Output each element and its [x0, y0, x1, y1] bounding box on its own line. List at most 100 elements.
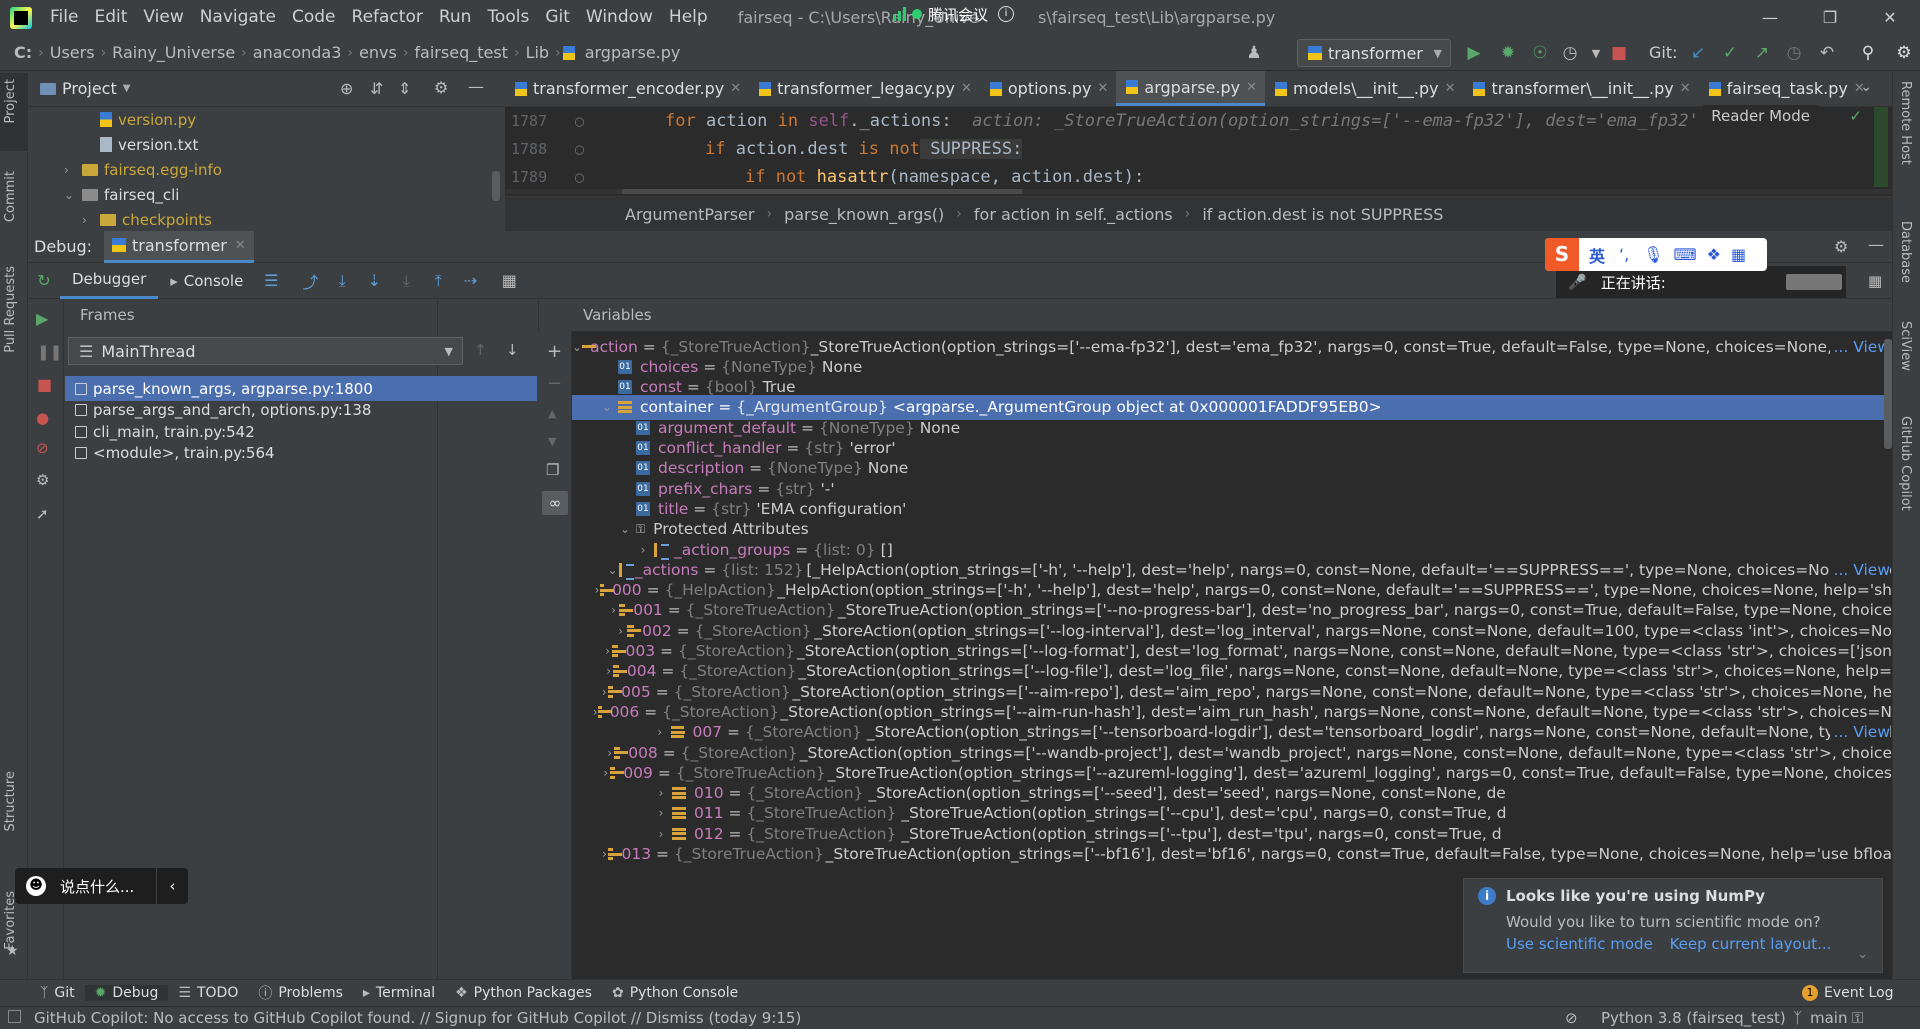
- remove-watch-icon[interactable]: −: [547, 373, 562, 394]
- scrollbar-thumb[interactable]: [492, 171, 500, 201]
- ime-toolbar[interactable]: S 英 ‘, 🎙 ⌨ ❖ ▦: [1545, 238, 1767, 271]
- tool-tab-project[interactable]: Project: [3, 79, 18, 123]
- editor-tab[interactable]: models\__init__.py ✕: [1265, 71, 1463, 106]
- chevron-icon[interactable]: ›: [82, 213, 100, 227]
- menu-code[interactable]: Code: [284, 0, 344, 35]
- lock-icon[interactable]: ⚿: [1852, 1009, 1863, 1027]
- pin-icon[interactable]: ➚: [36, 505, 49, 523]
- tool-tab-event-log[interactable]: 1 Event Log: [1792, 985, 1904, 1001]
- tree-chevron-icon[interactable]: ›: [650, 806, 672, 820]
- show-execution-point-icon[interactable]: ☰: [260, 270, 282, 292]
- layout-icon[interactable]: ▦: [1868, 272, 1882, 290]
- search-icon[interactable]: ⚲: [1858, 43, 1878, 63]
- show-watches-icon[interactable]: ∞: [542, 491, 568, 515]
- tree-item[interactable]: › fairseq.egg-info: [28, 157, 505, 182]
- git-rollback-icon[interactable]: ↶: [1817, 43, 1837, 63]
- tree-chevron-icon[interactable]: ›: [604, 664, 613, 678]
- tool-tab-commit[interactable]: Commit: [3, 171, 18, 222]
- editor-tab[interactable]: fairseq_task.py ✕: [1699, 71, 1873, 106]
- git-commit-icon[interactable]: ✓: [1720, 43, 1740, 63]
- fold-icon[interactable]: ◯: [575, 140, 595, 158]
- settings-icon[interactable]: ⚙: [36, 471, 49, 489]
- menu-view[interactable]: View: [135, 0, 191, 35]
- chevron-icon[interactable]: ›: [64, 163, 82, 177]
- tree-item[interactable]: › checkpoints: [28, 207, 505, 232]
- menu-git[interactable]: Git: [537, 0, 578, 35]
- tool-windows-icon[interactable]: [8, 1010, 21, 1023]
- close-tab-icon[interactable]: ✕: [1445, 81, 1456, 96]
- project-title[interactable]: Project: [62, 79, 117, 98]
- menu-run[interactable]: Run: [431, 0, 480, 35]
- inspection-ok-icon[interactable]: ✓: [1849, 107, 1862, 125]
- collapse-chevron-icon[interactable]: ‹: [156, 868, 188, 904]
- fold-icon[interactable]: ◯: [575, 168, 595, 186]
- crumb-env[interactable]: fairseq_test: [410, 43, 512, 62]
- star-icon[interactable]: ★: [6, 943, 19, 959]
- tree-chevron-icon[interactable]: ›: [615, 624, 627, 638]
- tree-chevron-icon[interactable]: ⌄: [606, 563, 619, 577]
- run-config-select[interactable]: transformer ▼: [1297, 39, 1451, 67]
- tool-tab-structure[interactable]: Structure: [3, 771, 18, 831]
- punctuation-icon[interactable]: ‘,: [1619, 245, 1629, 264]
- tree-chevron-icon[interactable]: ›: [650, 827, 672, 841]
- tool-tab-python-console[interactable]: ✿ Python Console: [602, 985, 748, 1001]
- editor-tab[interactable]: argparse.py ✕: [1116, 71, 1266, 106]
- editor-tab[interactable]: transformer_legacy.py ✕: [749, 71, 980, 106]
- view-breakpoints-icon[interactable]: ●: [36, 409, 49, 427]
- tree-chevron-icon[interactable]: ⌄: [572, 340, 582, 354]
- editor-tab[interactable]: transformer_encoder.py ✕: [505, 71, 749, 106]
- thread-select[interactable]: ☰ MainThread ▼: [68, 337, 463, 365]
- tree-chevron-icon[interactable]: ›: [632, 543, 654, 557]
- copilot-disabled-icon[interactable]: ⊘: [1565, 1009, 1578, 1027]
- restore-button[interactable]: ❐: [1800, 0, 1860, 35]
- tool-tab-python-packages[interactable]: ❖ Python Packages: [445, 985, 602, 1001]
- tree-chevron-icon[interactable]: ›: [608, 603, 618, 617]
- copy-icon[interactable]: ❐: [546, 461, 559, 479]
- frame-up-icon[interactable]: ↑: [474, 341, 487, 359]
- tool-tab-todo[interactable]: ☰ TODO: [168, 985, 248, 1001]
- tool-tab-terminal[interactable]: ▸ Terminal: [353, 985, 445, 1001]
- frame-down-icon[interactable]: ↓: [506, 341, 519, 359]
- pause-icon[interactable]: ❚❚: [37, 343, 62, 361]
- tree-chevron-icon[interactable]: ›: [600, 685, 608, 699]
- menu-navigate[interactable]: Navigate: [192, 0, 284, 35]
- breadcrumb-if[interactable]: if action.dest is not SUPPRESS: [1202, 205, 1443, 224]
- interpreter-label[interactable]: Python 3.8 (fairseq_test): [1601, 1009, 1786, 1027]
- tree-chevron-icon[interactable]: ›: [603, 644, 612, 658]
- fold-icon[interactable]: ◯: [575, 112, 595, 130]
- tool-tab-database[interactable]: Database: [1898, 221, 1913, 283]
- step-over-icon[interactable]: ⤴: [299, 270, 321, 292]
- tool-tab-remote-host[interactable]: Remote Host: [1898, 81, 1913, 165]
- close-tab-icon[interactable]: ✕: [1098, 81, 1109, 96]
- branch-label[interactable]: main: [1810, 1009, 1847, 1027]
- git-push-icon[interactable]: ↗: [1752, 43, 1772, 63]
- menu-window[interactable]: Window: [578, 0, 661, 35]
- ime-language[interactable]: 英: [1589, 243, 1605, 267]
- view-link[interactable]: ... View: [1829, 337, 1890, 356]
- scrollbar-thumb[interactable]: [622, 189, 1022, 194]
- gear-icon[interactable]: ⚙: [434, 78, 448, 97]
- tool-tab-pull-requests[interactable]: Pull Requests: [3, 266, 18, 353]
- close-tab-icon[interactable]: ✕: [1680, 81, 1691, 96]
- expand-all-icon[interactable]: ⇵: [370, 79, 383, 98]
- debug-icon[interactable]: ✹: [1498, 43, 1518, 63]
- meeting-chat-input[interactable]: ☻ 说点什么... ‹: [15, 868, 188, 904]
- close-button[interactable]: ✕: [1860, 0, 1920, 35]
- evaluate-expression-icon[interactable]: ▦: [498, 270, 520, 292]
- crumb-lib[interactable]: Lib: [522, 43, 554, 62]
- tool-tab-debug[interactable]: ✹ Debug: [84, 985, 169, 1001]
- status-message[interactable]: GitHub Copilot: No access to GitHub Copi…: [34, 1009, 801, 1027]
- user-icon[interactable]: ♟: [1244, 43, 1264, 63]
- tree-item[interactable]: ⌄ fairseq_cli: [28, 182, 505, 207]
- crumb-file[interactable]: argparse.py: [581, 43, 685, 62]
- step-into-icon[interactable]: ⤓: [331, 270, 353, 292]
- skin-icon[interactable]: ❖: [1707, 245, 1721, 264]
- tree-item[interactable]: version.py: [28, 107, 505, 132]
- crumb-envs[interactable]: envs: [355, 43, 401, 62]
- gear-icon[interactable]: ⚙: [1834, 237, 1848, 256]
- resume-icon[interactable]: ▶: [36, 309, 48, 328]
- force-step-into-icon[interactable]: ⤓: [395, 270, 417, 292]
- apps-grid-icon[interactable]: ▦: [1731, 245, 1746, 264]
- tree-chevron-icon[interactable]: ›: [650, 786, 672, 800]
- tree-chevron-icon[interactable]: ›: [649, 725, 671, 739]
